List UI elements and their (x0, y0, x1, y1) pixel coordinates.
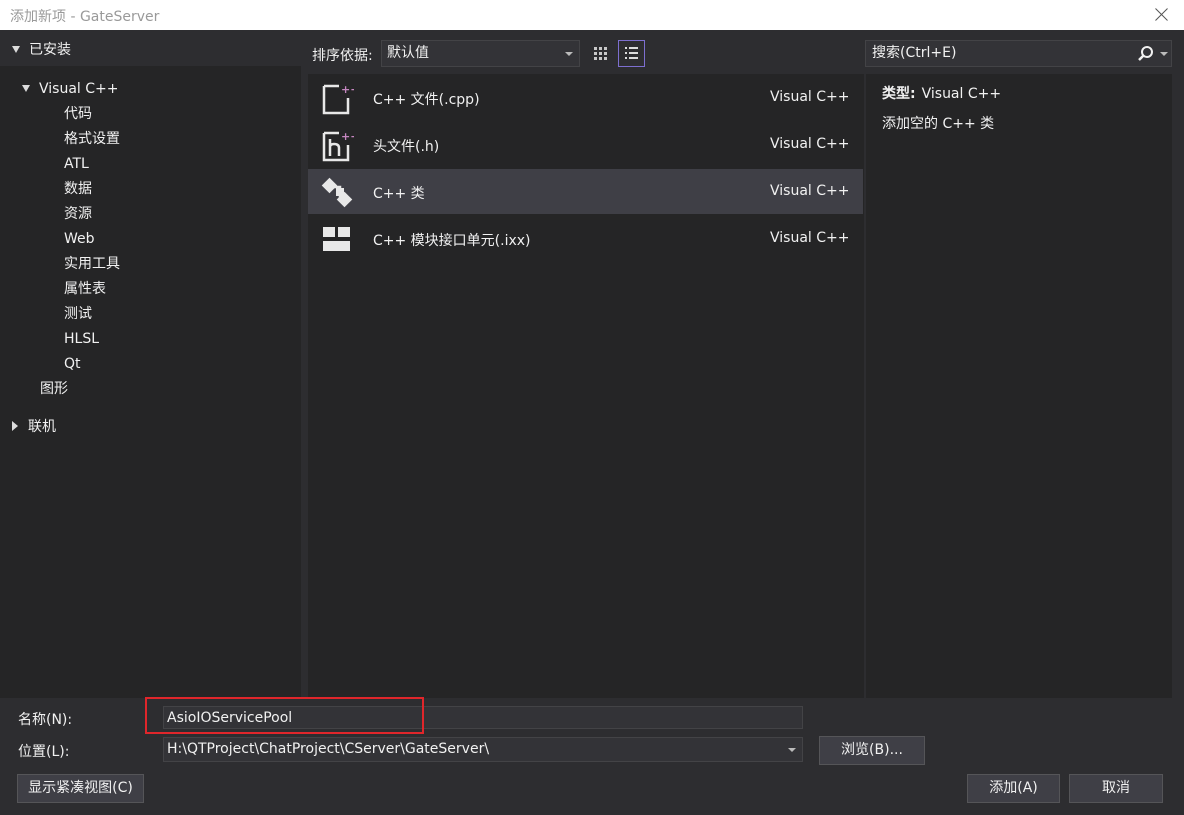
category-tree: 已安装 Visual C++ 代码 格式设置 ATL 数据 资源 Web 实用工… (0, 36, 301, 698)
list-view-button[interactable] (618, 40, 645, 67)
location-dropdown[interactable]: H:\QTProject\ChatProject\CServer\GateSer… (163, 737, 803, 762)
search-input[interactable]: 搜索(Ctrl+E) (865, 40, 1172, 67)
template-name: C++ 文件(.cpp) (373, 92, 480, 108)
tree-item-resource[interactable]: 资源 (64, 203, 92, 225)
template-description: 添加空的 C++ 类 (882, 116, 995, 132)
template-language: Visual C++ (770, 183, 850, 199)
sort-value: 默认值 (387, 45, 429, 61)
cpp-class-icon (321, 177, 353, 208)
list-view-icon (625, 47, 638, 59)
cancel-button[interactable]: 取消 (1069, 774, 1163, 803)
template-name: C++ 模块接口单元(.ixx) (373, 233, 531, 249)
svg-text:++: ++ (341, 83, 354, 96)
list-item-cpp-file[interactable]: ++ C++ 文件(.cpp) Visual C++ (308, 75, 863, 120)
location-label: 位置(L): (18, 744, 70, 760)
close-icon[interactable] (1152, 4, 1172, 24)
search-icon[interactable] (1137, 45, 1155, 63)
window-title: 添加新项 - GateServer (10, 9, 160, 25)
tree-item-web[interactable]: Web (64, 228, 95, 250)
cpp-file-icon: ++ (322, 83, 354, 115)
location-value: H:\QTProject\ChatProject\CServer\GateSer… (167, 741, 490, 757)
template-language: Visual C++ (770, 230, 850, 246)
browse-button[interactable]: 浏览(B)... (819, 736, 925, 765)
type-label: 类型: (882, 86, 916, 102)
tree-item-installed[interactable]: 已安装 (12, 39, 71, 61)
compact-view-button[interactable]: 显示紧凑视图(C) (17, 774, 144, 803)
chevron-down-icon[interactable] (1160, 52, 1168, 56)
name-label: 名称(N): (18, 712, 73, 728)
template-language: Visual C++ (770, 136, 850, 152)
chevron-down-icon[interactable] (788, 748, 796, 752)
template-list: ++ C++ 文件(.cpp) Visual C++ ++ 头文件(.h) Vi… (308, 74, 864, 698)
type-line: 类型: Visual C++ (882, 83, 1001, 103)
tree-item-qt[interactable]: Qt (64, 353, 81, 375)
module-icon (323, 227, 350, 251)
chevron-down-icon (565, 52, 573, 56)
tree-item-online[interactable]: 联机 (12, 416, 56, 438)
tree-item-label: 联机 (28, 419, 56, 435)
tree-item-graphics[interactable]: 图形 (40, 378, 68, 400)
tree-item-data[interactable]: 数据 (64, 178, 92, 200)
tree-item-hlsl[interactable]: HLSL (64, 328, 99, 350)
expand-arrow-icon[interactable] (22, 84, 30, 92)
grid-view-icon (594, 47, 607, 60)
template-language: Visual C++ (770, 89, 850, 105)
list-item-header-file[interactable]: ++ 头文件(.h) Visual C++ (308, 122, 863, 167)
expand-arrow-icon[interactable] (12, 45, 20, 53)
tree-item-atl[interactable]: ATL (64, 153, 89, 175)
add-button[interactable]: 添加(A) (967, 774, 1060, 803)
sort-dropdown[interactable]: 默认值 (381, 40, 580, 67)
title-bar: 添加新项 - GateServer (0, 0, 1184, 30)
type-value: Visual C++ (921, 86, 1002, 102)
tree-item-code[interactable]: 代码 (64, 103, 92, 125)
search-placeholder: 搜索(Ctrl+E) (872, 45, 957, 61)
tree-item-property-sheets[interactable]: 属性表 (64, 278, 106, 300)
list-item-module-unit[interactable]: C++ 模块接口单元(.ixx) Visual C++ (308, 216, 863, 261)
svg-text:++: ++ (341, 130, 354, 143)
tree-item-test[interactable]: 测试 (64, 303, 92, 325)
tree-item-visual-cpp[interactable]: Visual C++ (22, 78, 118, 100)
detail-pane: 类型: Visual C++ 添加空的 C++ 类 (866, 74, 1172, 698)
sort-label: 排序依据: (312, 48, 373, 64)
tree-item-formatting[interactable]: 格式设置 (64, 128, 120, 150)
tree-item-label: 已安装 (29, 42, 71, 58)
template-name: 头文件(.h) (373, 139, 440, 155)
tree-item-utility[interactable]: 实用工具 (64, 253, 120, 275)
header-file-icon: ++ (322, 130, 354, 162)
expand-arrow-icon[interactable] (12, 421, 18, 431)
list-item-cpp-class[interactable]: C++ 类 Visual C++ (308, 169, 863, 214)
name-field[interactable] (163, 706, 803, 729)
tree-item-label: Visual C++ (39, 81, 119, 97)
template-name: C++ 类 (373, 186, 425, 202)
grid-view-button[interactable] (588, 40, 614, 67)
